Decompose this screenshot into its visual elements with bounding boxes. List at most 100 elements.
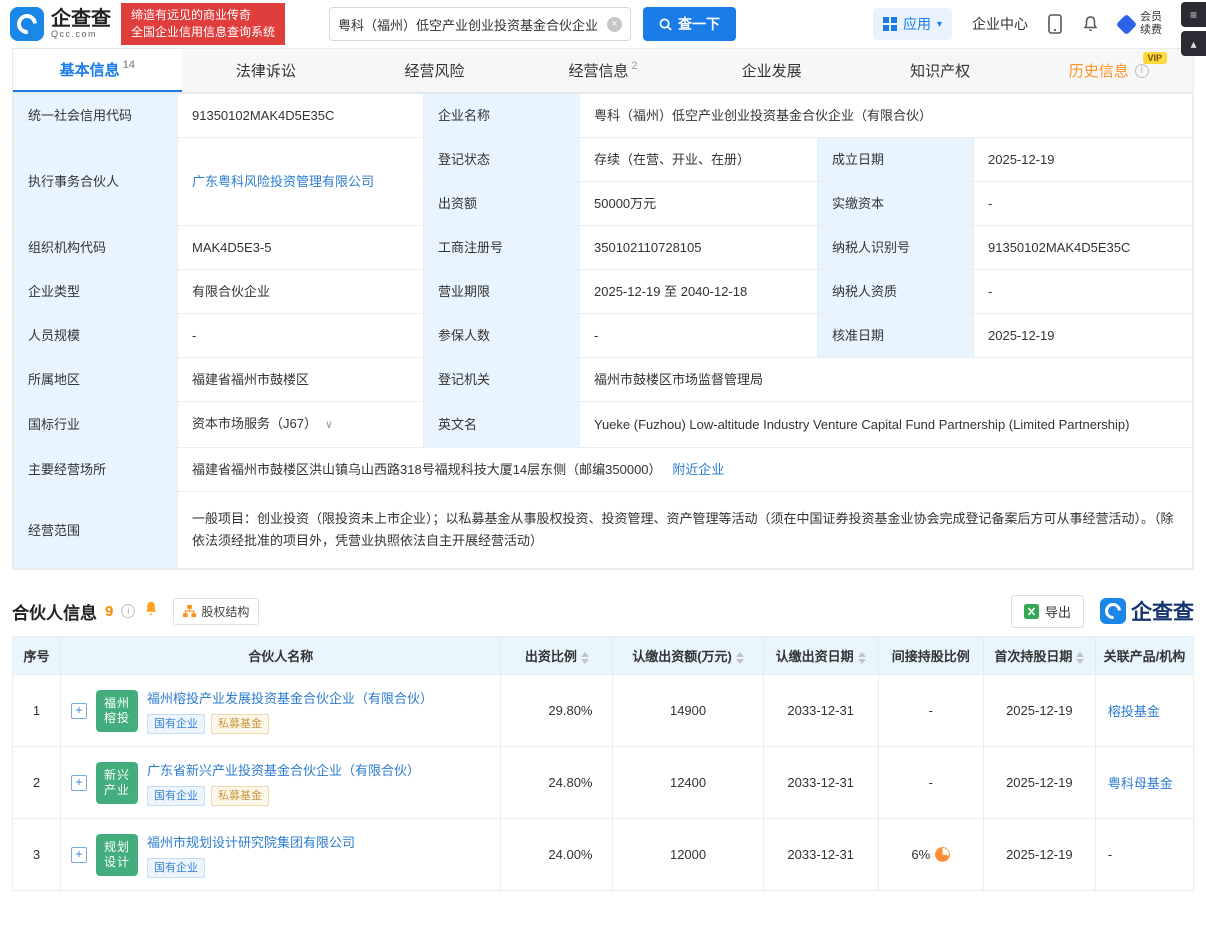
info-icon[interactable]: i xyxy=(121,604,135,618)
address-value: 福建省福州市鼓楼区洪山镇乌山西路318号福规科技大厦14层东侧（邮编350000… xyxy=(192,462,662,477)
credit-code-value: 91350102MAK4D5E35C xyxy=(178,94,424,138)
field-label: 登记机关 xyxy=(424,358,580,402)
qcc-logo-icon xyxy=(1100,598,1126,624)
search-button[interactable]: 查一下 xyxy=(643,7,736,41)
amount-cell: 12400 xyxy=(613,747,763,819)
industry-cell[interactable]: 资本市场服务（J67）∨ xyxy=(178,402,424,448)
field-label: 组织机构代码 xyxy=(14,226,178,270)
private-fund-tag[interactable]: 私募基金 xyxy=(211,714,269,734)
table-row: 企业类型 有限合伙企业 营业期限 2025-12-19 至 2040-12-18… xyxy=(14,270,1193,314)
table-row: 国标行业 资本市场服务（J67）∨ 英文名 Yueke (Fuzhou) Low… xyxy=(14,402,1193,448)
field-label: 统一社会信用代码 xyxy=(14,94,178,138)
ratio-cell: 24.00% xyxy=(501,819,613,891)
header-first-date[interactable]: 首次持股日期 xyxy=(983,637,1095,675)
field-label: 纳税人资质 xyxy=(818,270,974,314)
tab-risk[interactable]: 经营风险 xyxy=(350,49,519,92)
related-product-link[interactable]: 粤科母基金 xyxy=(1108,776,1173,791)
equity-structure-button[interactable]: 股权结构 xyxy=(173,598,259,625)
amount-cell: 12000 xyxy=(613,819,763,891)
first-date-cell: 2025-12-19 xyxy=(983,747,1095,819)
header-ratio[interactable]: 出资比例 xyxy=(501,637,613,675)
private-fund-tag[interactable]: 私募基金 xyxy=(211,786,269,806)
tax-qualification-value: - xyxy=(974,270,1193,314)
expand-button[interactable]: + xyxy=(71,703,87,719)
toolbar-menu-icon[interactable]: ≡ xyxy=(1181,2,1206,27)
vip-renew-button[interactable]: 会员 续费 xyxy=(1119,11,1162,37)
business-scope-value: 一般项目：创业投资（限投资未上市企业）；以私募基金从事股权投资、投资管理、资产管… xyxy=(178,492,1193,569)
table-row: 人员规模 - 参保人数 - 核准日期 2025-12-19 xyxy=(14,314,1193,358)
tab-operation[interactable]: 经营信息2 xyxy=(519,49,688,92)
field-label: 国标行业 xyxy=(14,402,178,448)
sort-icon xyxy=(581,652,589,664)
tab-history[interactable]: VIP 历史信息 i xyxy=(1024,49,1193,92)
first-date-cell: 2025-12-19 xyxy=(983,675,1095,747)
expand-button[interactable]: + xyxy=(71,847,87,863)
established-date-value: 2025-12-19 xyxy=(974,138,1193,182)
equity-pie-icon[interactable] xyxy=(935,847,950,862)
capital-value: 50000万元 xyxy=(580,182,818,226)
state-owned-tag[interactable]: 国有企业 xyxy=(147,858,205,878)
header-amount[interactable]: 认缴出资额(万元) xyxy=(613,637,763,675)
qcc-logo-sub: Qcc.com xyxy=(51,29,111,39)
header-partner-name: 合伙人名称 xyxy=(61,637,501,675)
tab-legal[interactable]: 法律诉讼 xyxy=(182,49,351,92)
qcc-logo-icon xyxy=(10,7,44,41)
tab-development[interactable]: 企业发展 xyxy=(687,49,856,92)
staff-size-value: - xyxy=(178,314,424,358)
slogan-line2: 全国企业信用信息查询系统 xyxy=(131,24,275,41)
due-date-cell: 2033-12-31 xyxy=(763,747,878,819)
partner-name-link[interactable]: 福州榕投产业发展投资基金合伙企业（有限合伙） xyxy=(147,688,433,707)
section-title: 合伙人信息 xyxy=(12,599,97,624)
mobile-app-icon[interactable] xyxy=(1048,14,1062,34)
due-date-cell: 2033-12-31 xyxy=(763,675,878,747)
partner-logo: 福州榕投 xyxy=(96,690,138,732)
nearby-companies-link[interactable]: 附近企业 xyxy=(672,462,724,477)
executive-partner-link[interactable]: 广东粤科风险投资管理有限公司 xyxy=(192,174,374,189)
org-code-value: MAK4D5E3-5 xyxy=(178,226,424,270)
app-menu[interactable]: 应用 ▾ xyxy=(873,8,952,40)
indirect-cell: - xyxy=(878,675,983,747)
search-box[interactable]: × xyxy=(329,7,631,41)
search-input[interactable] xyxy=(338,17,601,32)
related-product-link[interactable]: 榕投基金 xyxy=(1108,704,1160,719)
company-type-value: 有限合伙企业 xyxy=(178,270,424,314)
ratio-cell: 24.80% xyxy=(501,747,613,819)
state-owned-tag[interactable]: 国有企业 xyxy=(147,786,205,806)
table-row: 执行事务合伙人 广东粤科风险投资管理有限公司 登记状态 存续（在营、开业、在册）… xyxy=(14,138,1193,182)
partner-name-link[interactable]: 福州市规划设计研究院集团有限公司 xyxy=(147,832,355,851)
subscribe-bell-icon[interactable] xyxy=(143,600,159,622)
header-product: 关联产品/机构 xyxy=(1095,637,1193,675)
export-button[interactable]: 导出 xyxy=(1011,595,1084,628)
enterprise-center-link[interactable]: 企业中心 xyxy=(972,14,1028,34)
sort-icon xyxy=(736,652,744,664)
header-seq: 序号 xyxy=(13,637,61,675)
state-owned-tag[interactable]: 国有企业 xyxy=(147,714,205,734)
basic-info-table: 统一社会信用代码 91350102MAK4D5E35C 企业名称 粤科（福州）低… xyxy=(13,93,1193,569)
qcc-logo-text: 企查查 xyxy=(51,9,111,29)
related-product-empty: - xyxy=(1108,847,1112,862)
partner-logo: 新兴产业 xyxy=(96,762,138,804)
ratio-cell: 29.80% xyxy=(501,675,613,747)
search-icon xyxy=(659,18,672,31)
clear-search-icon[interactable]: × xyxy=(607,17,622,32)
chevron-down-icon: ▾ xyxy=(937,19,942,30)
first-date-cell: 2025-12-19 xyxy=(983,819,1095,891)
due-date-cell: 2033-12-31 xyxy=(763,819,878,891)
slogan-banner: 缔造有远见的商业传奇 全国企业信用信息查询系统 xyxy=(121,3,285,45)
header-due-date[interactable]: 认缴出资日期 xyxy=(763,637,878,675)
vip-badge: VIP xyxy=(1143,52,1168,64)
expand-button[interactable]: + xyxy=(71,775,87,791)
chevron-down-icon[interactable]: ∨ xyxy=(325,419,333,431)
notification-bell-icon[interactable] xyxy=(1082,15,1099,33)
sort-icon xyxy=(858,652,866,664)
partner-name-link[interactable]: 广东省新兴产业投资基金合伙企业（有限合伙） xyxy=(147,760,420,779)
field-label: 所属地区 xyxy=(14,358,178,402)
field-label: 工商注册号 xyxy=(424,226,580,270)
tab-ip[interactable]: 知识产权 xyxy=(856,49,1025,92)
paid-capital-value: - xyxy=(974,182,1193,226)
tab-basic-info[interactable]: 基本信息14 xyxy=(13,49,182,92)
info-icon[interactable]: i xyxy=(1135,64,1149,78)
seq-cell: 1 xyxy=(13,675,61,747)
business-term-value: 2025-12-19 至 2040-12-18 xyxy=(580,270,818,314)
qcc-logo[interactable]: 企查查 Qcc.com xyxy=(10,7,111,41)
